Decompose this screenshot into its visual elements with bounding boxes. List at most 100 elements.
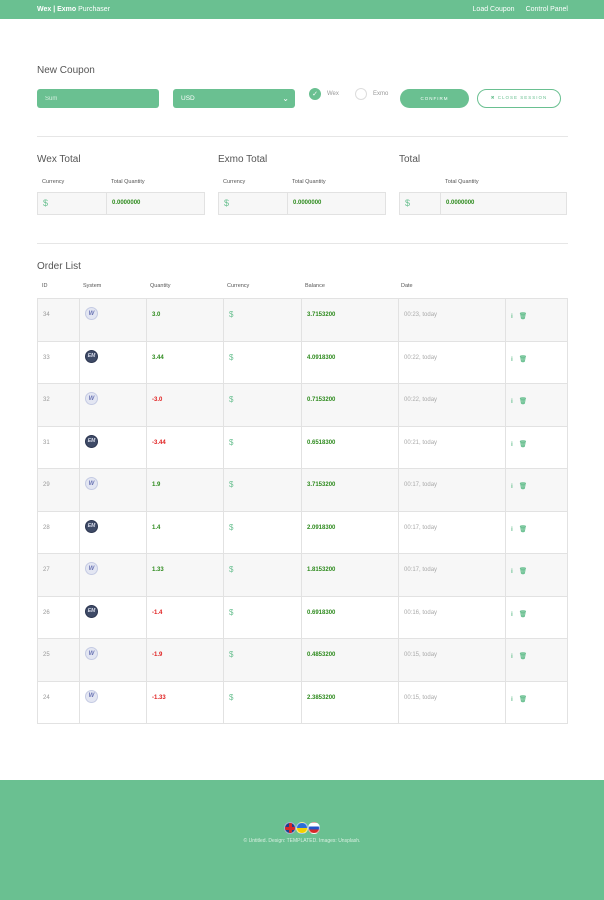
- exmo-currency-header: Currency: [223, 179, 246, 185]
- dollar-icon: $: [43, 198, 49, 208]
- order-quantity: 1.9: [146, 468, 224, 512]
- currency-select-value: USD: [181, 95, 195, 102]
- trash-icon[interactable]: 🗑: [519, 696, 527, 703]
- new-coupon-title: New Coupon: [37, 65, 95, 76]
- trash-icon[interactable]: 🗑: [519, 356, 527, 363]
- nav-load-coupon[interactable]: Load Coupon: [473, 6, 515, 13]
- dollar-icon: $: [223, 553, 302, 597]
- trash-icon[interactable]: 🗑: [519, 568, 527, 575]
- trash-icon[interactable]: 🗑: [519, 526, 527, 533]
- order-date: 00:21, today: [398, 425, 506, 469]
- trash-icon[interactable]: 🗑: [519, 441, 527, 448]
- trash-icon[interactable]: 🗑: [519, 398, 527, 405]
- flag-uk-icon[interactable]: [284, 822, 296, 834]
- order-id: 29: [37, 468, 80, 512]
- info-icon[interactable]: i: [511, 313, 513, 320]
- table-row: 28 EM 1.4 $2.0918300 00:17, today i 🗑: [37, 510, 568, 554]
- order-id: 24: [37, 680, 80, 724]
- order-balance: 0.7153200: [301, 383, 399, 427]
- wex-logo-icon: W: [85, 477, 98, 490]
- sum-input[interactable]: [37, 89, 159, 108]
- confirm-button[interactable]: CONFIRM: [400, 89, 469, 108]
- dollar-icon: $: [223, 468, 302, 512]
- info-icon[interactable]: i: [511, 356, 513, 363]
- wex-total-panel: Wex Total Currency Total Quantity $ 0.00…: [37, 154, 205, 215]
- table-row: 31 EM -3.44 $0.6518300 00:21, today i 🗑: [37, 425, 568, 469]
- order-date: 00:17, today: [398, 510, 506, 554]
- order-date: 00:23, today: [398, 298, 506, 342]
- close-session-button[interactable]: ✖ CLOSE SESSION: [477, 89, 561, 108]
- info-icon[interactable]: i: [511, 696, 513, 703]
- order-date: 00:17, today: [398, 553, 506, 597]
- order-id: 26: [37, 595, 80, 639]
- info-icon[interactable]: i: [511, 526, 513, 533]
- order-balance: 2.3853200: [301, 680, 399, 724]
- flag-ru-icon[interactable]: [308, 822, 320, 834]
- actions-cell: i 🗑: [505, 468, 568, 512]
- actions-cell: i 🗑: [505, 553, 568, 597]
- info-icon[interactable]: i: [511, 653, 513, 660]
- info-icon[interactable]: i: [511, 568, 513, 575]
- exmo-logo-icon: EM: [85, 349, 98, 363]
- dollar-icon: $: [223, 383, 302, 427]
- order-balance: 3.7153200: [301, 298, 399, 342]
- exmo-logo-icon: EM: [85, 604, 98, 618]
- check-icon: ✓: [309, 88, 321, 100]
- order-balance: 0.4853200: [301, 638, 399, 682]
- info-icon[interactable]: i: [511, 483, 513, 490]
- top-bar: Wex | Exmo Purchaser Load Coupon Control…: [0, 0, 604, 19]
- trash-icon[interactable]: 🗑: [519, 611, 527, 618]
- order-balance: 2.0918300: [301, 510, 399, 554]
- info-icon[interactable]: i: [511, 441, 513, 448]
- table-row: 24 W -1.33 $2.3853200 00:15, today i 🗑: [37, 680, 568, 724]
- grand-total-value: 0.0000000: [446, 200, 475, 206]
- col-balance: Balance: [305, 283, 325, 289]
- trash-icon[interactable]: 🗑: [519, 313, 527, 320]
- dollar-icon: $: [223, 680, 302, 724]
- order-quantity: -3.44: [146, 425, 224, 469]
- footer-credit: © Untitled. Design: TEMPLATED. Images: U…: [243, 838, 361, 844]
- col-date: Date: [401, 283, 413, 289]
- actions-cell: i 🗑: [505, 595, 568, 639]
- flag-ua-icon[interactable]: [296, 822, 308, 834]
- radio-wex[interactable]: ✓ Wex: [309, 88, 339, 100]
- dollar-icon: $: [405, 198, 411, 208]
- order-id: 34: [37, 298, 80, 342]
- divider: [37, 136, 568, 137]
- currency-select[interactable]: USD ⌄: [173, 89, 295, 108]
- system-cell: W: [79, 638, 147, 682]
- trash-icon[interactable]: 🗑: [519, 653, 527, 660]
- order-table: 34 W 3.0 $3.7153200 00:23, today i 🗑 33 EM 3.44 $4…: [37, 298, 568, 724]
- nav-control-panel[interactable]: Control Panel: [526, 6, 568, 13]
- wex-logo-icon: W: [85, 392, 98, 405]
- dollar-icon: $: [223, 340, 302, 384]
- order-quantity: -1.33: [146, 680, 224, 724]
- order-list-title: Order List: [37, 261, 81, 272]
- radio-exmo[interactable]: Exmo: [355, 88, 388, 100]
- info-icon[interactable]: i: [511, 611, 513, 618]
- brand-logo[interactable]: Wex | Exmo Purchaser: [37, 6, 110, 13]
- table-row: 32 W -3.0 $0.7153200 00:22, today i 🗑: [37, 383, 568, 427]
- info-icon[interactable]: i: [511, 398, 513, 405]
- grand-quantity-header: Total Quantity: [445, 179, 479, 185]
- order-quantity: -1.9: [146, 638, 224, 682]
- actions-cell: i 🗑: [505, 340, 568, 384]
- order-id: 27: [37, 553, 80, 597]
- exmo-total-panel: Exmo Total Currency Total Quantity $ 0.0…: [218, 154, 386, 215]
- dollar-icon: $: [223, 425, 302, 469]
- trash-icon[interactable]: 🗑: [519, 483, 527, 490]
- dollar-icon: $: [224, 198, 230, 208]
- order-date: 00:15, today: [398, 638, 506, 682]
- col-quantity: Quantity: [150, 283, 171, 289]
- system-cell: EM: [79, 595, 147, 639]
- wex-quantity-header: Total Quantity: [111, 179, 145, 185]
- cell-separator: [440, 193, 441, 214]
- system-cell: EM: [79, 340, 147, 384]
- exmo-total-value: 0.0000000: [293, 200, 322, 206]
- top-nav: Load Coupon Control Panel: [473, 6, 568, 13]
- actions-cell: i 🗑: [505, 383, 568, 427]
- chevron-down-icon: ⌄: [282, 94, 289, 103]
- system-cell: EM: [79, 510, 147, 554]
- actions-cell: i 🗑: [505, 425, 568, 469]
- wex-total-title: Wex Total: [37, 154, 81, 165]
